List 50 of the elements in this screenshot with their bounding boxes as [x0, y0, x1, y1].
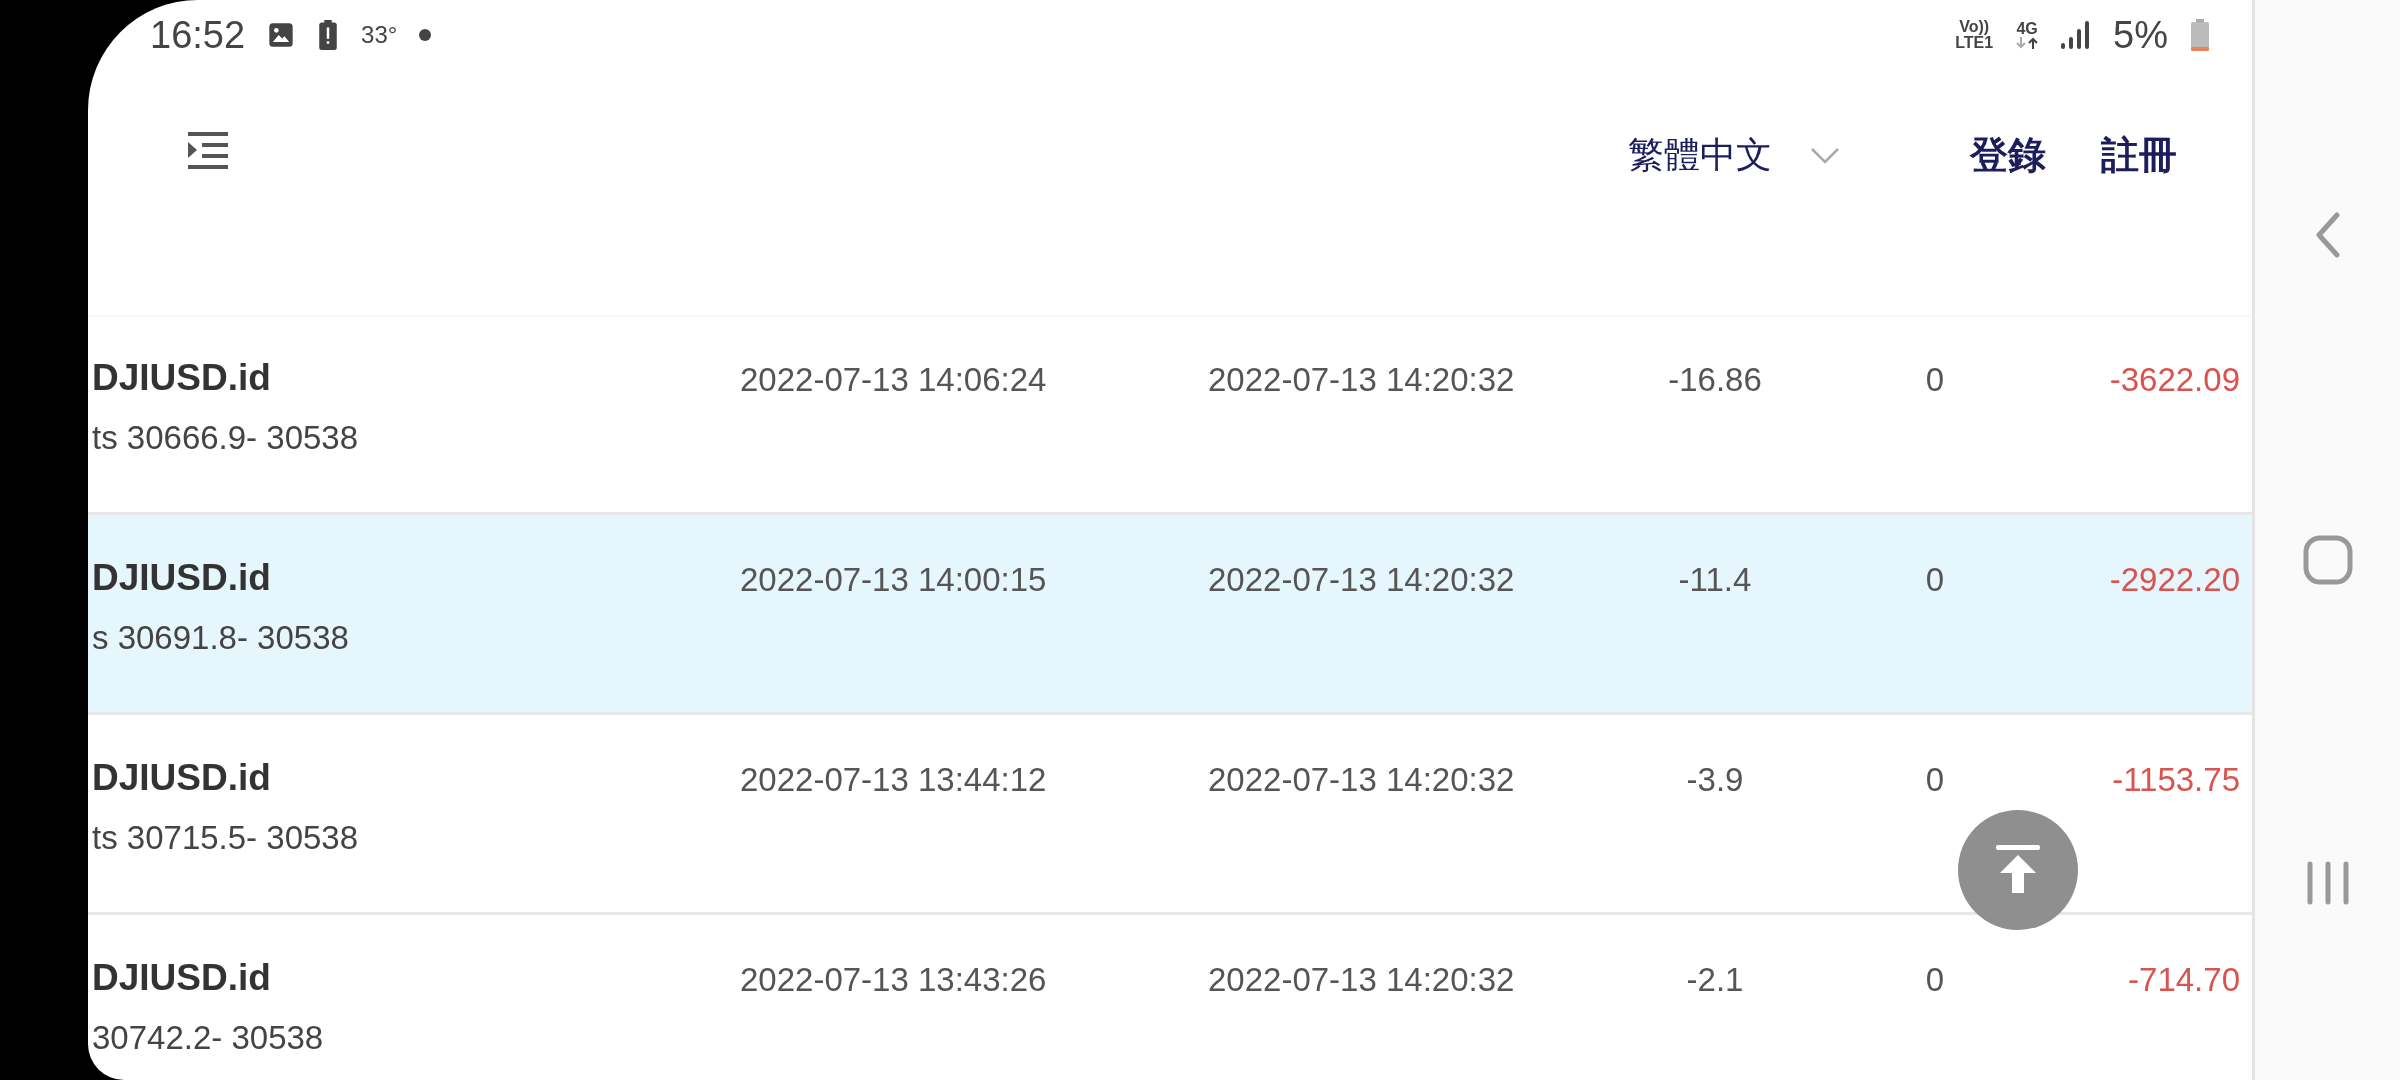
table-cell-text: 2022-07-13 14:06:24: [740, 360, 1048, 399]
battery-icon: [2190, 19, 2210, 51]
language-select[interactable]: 繁體中文: [1628, 131, 1772, 180]
battery-alert-icon: [317, 20, 340, 50]
symbol-text: DJIUSD.id: [92, 757, 272, 799]
table-cell-text: 2022-07-13 14:20:32: [1208, 360, 1516, 399]
table-row[interactable]: DJIUSD.id s 30691.8- 30538 2022-07-13 14:00:15 2022-07-13 14:20:32 -11.4 0 -2922.20: [88, 515, 2252, 715]
price-range-text: ts 30666.9- 30538: [92, 419, 360, 457]
profit-cell-text: -2922.20: [2108, 560, 2240, 599]
recents-icon[interactable]: [2305, 861, 2350, 905]
profit-cell-text: -1153.75: [2111, 760, 2240, 799]
table-cell-text: 2022-07-13 13:43:26: [740, 960, 1048, 999]
profit-cell-text: -3622.09: [2108, 360, 2240, 399]
table-cell-text: -2.1: [1685, 960, 1745, 999]
table-cell-text: 2022-07-13 14:20:32: [1208, 560, 1516, 599]
table-cell-text: 2022-07-13 13:44:12: [740, 760, 1048, 799]
temperature-text: 33°: [361, 21, 398, 49]
table-cell-text: 2022-07-13 14:20:32: [1208, 960, 1516, 999]
home-icon[interactable]: [2302, 534, 2353, 585]
table-cell-text: 2022-07-13 14:00:15: [740, 560, 1048, 599]
volte-text: Vo)): [1959, 19, 1990, 35]
battery-percent: 5%: [2113, 13, 2168, 57]
back-icon[interactable]: [2315, 212, 2340, 258]
network-text: 4G: [2016, 21, 2038, 37]
table-cell-text: -11.4: [1677, 560, 1753, 599]
table-cell-text: 0: [1924, 760, 1946, 799]
login-link[interactable]: 登錄: [1970, 130, 2046, 181]
signal-icon: [2061, 21, 2092, 49]
price-range-text: ts 30715.5- 30538: [92, 819, 360, 857]
price-range-text: s 30691.8- 30538: [92, 619, 350, 657]
table-cell-text: -3.9: [1685, 760, 1745, 799]
data-arrows-icon: [2015, 37, 2040, 49]
table-cell-text: 0: [1924, 360, 1946, 399]
profit-cell-text: -714.70: [2127, 960, 2240, 999]
image-icon: [267, 21, 296, 49]
table-cell-text: 0: [1924, 960, 1946, 999]
symbol-text: DJIUSD.id: [92, 957, 272, 999]
price-range-text: 30742.2- 30538: [92, 1019, 325, 1057]
table-cell-text: 2022-07-13 14:20:32: [1208, 760, 1516, 799]
symbol-text: DJIUSD.id: [92, 557, 272, 599]
volte-text: LTE1: [1955, 35, 1994, 51]
table-cell-text: -16.86: [1667, 360, 1763, 399]
symbol-text: DJIUSD.id: [92, 357, 272, 399]
dot-icon: [419, 29, 432, 41]
status-time: 16:52: [150, 13, 246, 57]
table-cell-text: 0: [1924, 560, 1946, 599]
register-link[interactable]: 註冊: [2101, 130, 2177, 181]
arrow-up-icon: [1996, 845, 2040, 895]
chevron-down-icon[interactable]: [1810, 146, 1840, 165]
menu-icon[interactable]: [188, 132, 228, 170]
